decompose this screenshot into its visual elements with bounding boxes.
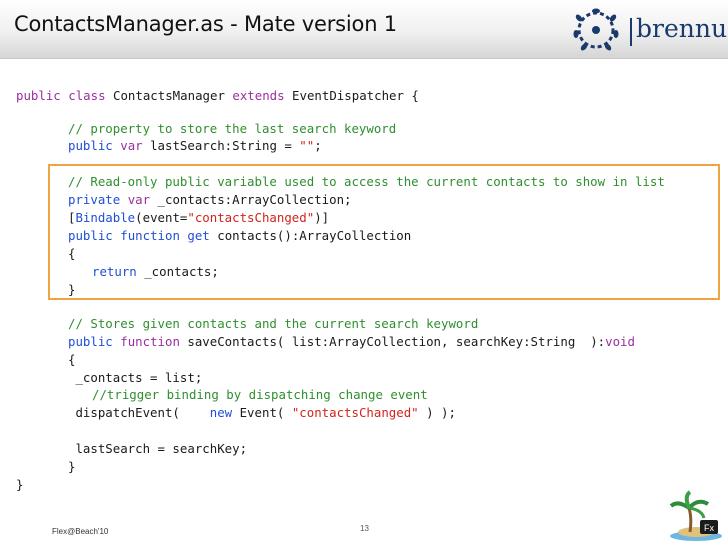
code-brace: } <box>68 459 76 474</box>
code-line-last-search-assign: lastSearch = searchKey; <box>68 441 248 456</box>
code-text: ) ); <box>418 405 456 420</box>
keyword: new <box>209 405 233 420</box>
keyword: public <box>68 138 113 153</box>
brennus-logo: brennus <box>566 6 728 54</box>
slide-title: ContactsManager.as - Mate version 1 <box>14 12 397 36</box>
logo-divider <box>630 18 632 46</box>
page-number: 13 <box>360 524 369 533</box>
highlight-box <box>48 164 720 300</box>
code-line-save-contacts: public function saveContacts( list:Array… <box>68 334 635 350</box>
code-comment: //trigger binding by dispatching change … <box>92 387 428 402</box>
code-text: ContactsManager <box>105 88 233 103</box>
string-literal: "contactsChanged" <box>291 405 419 420</box>
code-line-last-search: public var lastSearch:String = ""; <box>68 138 322 154</box>
code-line-dispatch: dispatchEvent( new Event( "contactsChang… <box>68 405 456 421</box>
code-comment: // property to store the last search key… <box>68 121 397 136</box>
keyword: public <box>16 88 61 103</box>
keyword: class <box>68 88 106 103</box>
footer-event-label: Flex@Beach'10 <box>52 527 109 536</box>
laurel-wreath-icon <box>573 8 619 51</box>
keyword: extends <box>232 88 285 103</box>
code-brace: { <box>68 352 76 367</box>
code-text: dispatchEvent( <box>68 405 210 420</box>
fx-badge: Fx <box>704 523 714 533</box>
code-comment: // Stores given contacts and the current… <box>68 316 479 331</box>
code-text: lastSearch:String = <box>142 138 300 153</box>
code-text: Event( <box>232 405 292 420</box>
code-line-class-decl: public class ContactsManager extends Eve… <box>16 88 419 104</box>
palm-island-icon: Fx <box>669 490 722 541</box>
code-text: ; <box>314 138 322 153</box>
string-literal: "" <box>299 138 315 153</box>
keyword: void <box>605 334 635 349</box>
code-line-assign: _contacts = list; <box>68 370 203 385</box>
slide-header: ContactsManager.as - Mate version 1 bren… <box>0 0 728 59</box>
code-text: EventDispatcher { <box>284 88 419 103</box>
keyword: var <box>120 138 143 153</box>
code-brace: } <box>16 477 24 492</box>
logo-text: brennus <box>636 14 728 43</box>
keyword: public <box>68 334 113 349</box>
keyword: function <box>120 334 180 349</box>
code-text: saveContacts( list:ArrayCollection, sear… <box>179 334 606 349</box>
